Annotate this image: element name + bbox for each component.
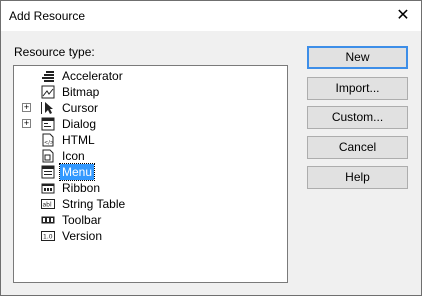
string-table-icon: abl	[41, 197, 55, 211]
svg-text:1.0: 1.0	[43, 234, 53, 241]
tree-item-label: Icon	[62, 149, 85, 163]
tree-item-label: Menu	[58, 163, 96, 181]
svg-text:</>: </>	[44, 140, 54, 146]
tree-item-label: Ribbon	[62, 181, 101, 195]
new-button[interactable]: New	[307, 46, 408, 69]
help-button[interactable]: Help	[307, 166, 408, 189]
tree-item-label: String Table	[62, 197, 126, 211]
bitmap-icon	[41, 85, 55, 99]
resource-type-tree[interactable]: Accelerator Bitmap + Cursor + Dialog </>	[13, 65, 288, 283]
icon-icon	[41, 149, 55, 163]
expand-icon[interactable]: +	[22, 119, 31, 128]
add-resource-dialog: Add Resource ✕ Resource type: Accelerato…	[0, 0, 422, 296]
cancel-button[interactable]: Cancel	[307, 136, 408, 159]
close-icon[interactable]: ✕	[391, 5, 415, 27]
expand-icon[interactable]: +	[22, 103, 31, 112]
tree-item-label: Toolbar	[62, 213, 102, 227]
tree-item-label: Bitmap	[62, 85, 100, 99]
title-bar: Add Resource ✕	[1, 1, 421, 31]
custom-button[interactable]: Custom...	[307, 106, 408, 129]
menu-icon	[41, 165, 55, 179]
ribbon-icon	[41, 181, 55, 195]
svg-text:abl: abl	[43, 202, 52, 209]
version-icon: 1.0	[41, 229, 55, 243]
toolbar-icon	[41, 213, 55, 227]
accelerator-icon	[41, 69, 55, 83]
tree-item-label: Accelerator	[62, 69, 123, 83]
tree-item-label: Dialog	[62, 117, 97, 131]
tree-item-label: Version	[62, 229, 103, 243]
import-button[interactable]: Import...	[307, 77, 408, 100]
window-title: Add Resource	[9, 9, 86, 23]
cursor-icon	[41, 101, 55, 115]
tree-item-label: Cursor	[62, 101, 99, 115]
dialog-icon	[41, 117, 55, 131]
tree-item-label: HTML	[62, 133, 95, 147]
resource-type-label: Resource type:	[14, 45, 95, 59]
html-icon: </>	[41, 133, 55, 147]
